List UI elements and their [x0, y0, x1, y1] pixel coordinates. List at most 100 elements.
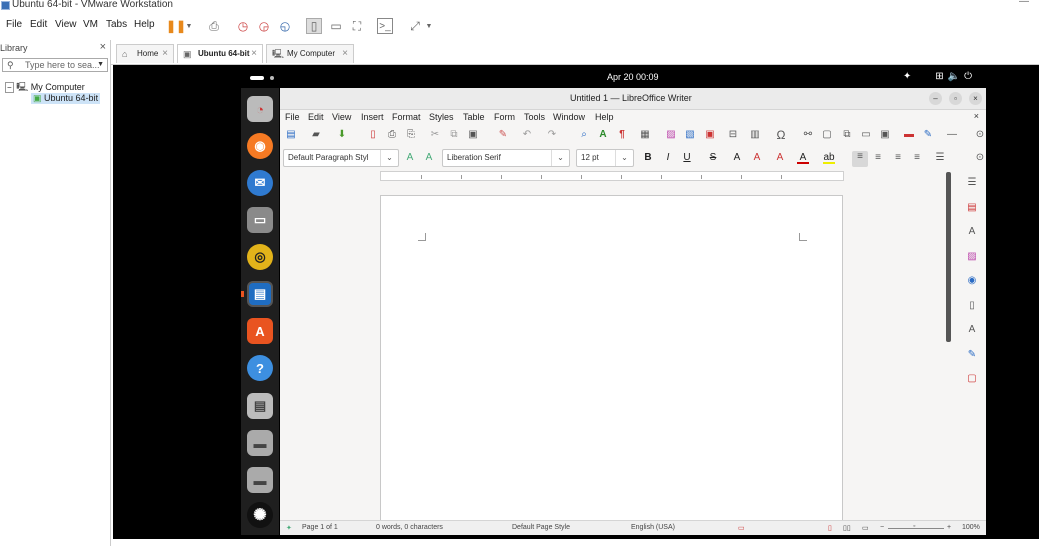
- save-icon[interactable]: ⬇: [336, 129, 348, 141]
- design-icon[interactable]: ▢: [965, 372, 979, 386]
- zoom-level[interactable]: 100%: [962, 524, 980, 531]
- clone-formatting-icon[interactable]: ✎: [497, 129, 509, 141]
- library-view-icon[interactable]: ▯: [306, 18, 322, 34]
- menu-edit[interactable]: Edit: [30, 19, 47, 30]
- lo-close-button[interactable]: ×: [969, 92, 982, 105]
- footnote-icon[interactable]: ▢: [821, 129, 833, 141]
- minimize-button[interactable]: —: [1019, 0, 1029, 7]
- chromium-icon[interactable]: ◔: [247, 96, 273, 122]
- horizontal-line-icon[interactable]: —: [946, 129, 958, 141]
- lo-minimize-button[interactable]: –: [929, 92, 942, 105]
- status-page[interactable]: Page 1 of 1: [302, 524, 338, 531]
- clear-formatting-icon[interactable]: A: [774, 152, 786, 164]
- style-inspector-icon[interactable]: A: [965, 323, 979, 337]
- chevron-down-icon[interactable]: ⌄: [551, 150, 569, 166]
- thumbnail-view-icon[interactable]: ▭: [328, 18, 344, 34]
- activities-indicator[interactable]: [250, 76, 264, 80]
- zoom-handle[interactable]: ◦: [913, 523, 915, 530]
- chevron-down-icon[interactable]: ⌄: [380, 150, 398, 166]
- justify-icon[interactable]: ≡: [911, 152, 923, 164]
- lo-menu-insert[interactable]: Insert: [361, 112, 384, 122]
- send-keys-icon[interactable]: ⎙: [206, 18, 222, 34]
- cut-icon[interactable]: ✂: [429, 129, 441, 141]
- software-icon[interactable]: A: [247, 318, 273, 344]
- status-language[interactable]: English (USA): [631, 524, 675, 531]
- formatting-marks-icon[interactable]: ¶: [616, 129, 628, 141]
- snapshot-icon[interactable]: ◷: [235, 18, 251, 34]
- drive-icon[interactable]: ▬: [247, 467, 273, 493]
- manage-changes-icon[interactable]: ✎: [965, 348, 979, 362]
- track-changes-icon[interactable]: ✎: [922, 129, 934, 141]
- navigator-icon[interactable]: ◉: [965, 274, 979, 288]
- console-icon[interactable]: >_: [377, 18, 393, 34]
- lo-menu-table[interactable]: Table: [463, 112, 485, 122]
- menu-file[interactable]: File: [6, 19, 22, 30]
- selection-mode-icon[interactable]: ▭: [738, 524, 745, 532]
- rhythmbox-icon[interactable]: ◎: [247, 244, 273, 270]
- italic-icon[interactable]: I: [662, 152, 674, 164]
- lo-menu-tools[interactable]: Tools: [524, 112, 545, 122]
- bold-icon[interactable]: B: [642, 152, 654, 164]
- styles-icon[interactable]: A: [965, 225, 979, 239]
- undo-icon[interactable]: ↶: [521, 129, 533, 141]
- insert-chart-icon[interactable]: ▧: [684, 129, 696, 141]
- redo-icon[interactable]: ↷: [546, 129, 558, 141]
- pause-icon[interactable]: ❚❚: [166, 18, 186, 34]
- font-size-select[interactable]: 12 pt ⌄: [576, 149, 634, 167]
- document-page[interactable]: [380, 195, 843, 535]
- close-document-icon[interactable]: ×: [974, 111, 979, 121]
- tab-close-icon[interactable]: ×: [162, 45, 168, 63]
- show-apps-icon[interactable]: ✺: [247, 502, 273, 528]
- align-left-icon[interactable]: ≡: [852, 151, 868, 167]
- print-icon[interactable]: ⎙: [386, 129, 398, 141]
- chevron-down-icon[interactable]: ⌄: [615, 150, 633, 166]
- sidebar-menu-icon[interactable]: ☰: [965, 176, 979, 190]
- menu-vm[interactable]: VM: [83, 19, 98, 30]
- vertical-scrollbar[interactable]: [946, 172, 951, 342]
- lo-menu-file[interactable]: File: [285, 112, 300, 122]
- find-replace-icon[interactable]: ⌕: [578, 129, 590, 141]
- disk-icon[interactable]: ▤: [247, 393, 273, 419]
- lo-menu-form[interactable]: Form: [494, 112, 515, 122]
- thunderbird-icon[interactable]: ✉: [247, 170, 273, 196]
- status-page-style[interactable]: Default Page Style: [512, 524, 570, 531]
- cross-reference-icon[interactable]: ⧉: [841, 129, 853, 141]
- list-icon[interactable]: ☰: [934, 152, 946, 164]
- stretch-icon[interactable]: ⤢: [407, 18, 423, 34]
- insert-textbox-icon[interactable]: ▣: [704, 129, 716, 141]
- print-preview-icon[interactable]: ⎘: [405, 129, 417, 141]
- lo-menu-edit[interactable]: Edit: [308, 112, 324, 122]
- strikethrough-icon[interactable]: S: [707, 152, 719, 164]
- help-icon[interactable]: ?: [247, 355, 273, 381]
- zoom-in-icon[interactable]: +: [947, 524, 951, 531]
- highlight-color-icon[interactable]: ab: [823, 152, 835, 164]
- open-icon[interactable]: ▰: [310, 129, 322, 141]
- status-words[interactable]: 0 words, 0 characters: [376, 524, 443, 531]
- superscript-icon[interactable]: A: [731, 152, 743, 164]
- workspace-dot[interactable]: [270, 76, 274, 80]
- font-color-icon[interactable]: A: [797, 152, 809, 164]
- library-search-input[interactable]: ⚲ Type here to sea... ▼: [2, 58, 108, 72]
- page-icon[interactable]: ▯: [965, 299, 979, 313]
- more-options-icon[interactable]: ⊙: [974, 129, 986, 141]
- menu-tabs[interactable]: Tabs: [106, 19, 127, 30]
- tree-item-ubuntu[interactable]: ▣ Ubuntu 64-bit: [31, 93, 101, 104]
- new-style-icon[interactable]: A: [423, 152, 435, 164]
- comment-icon[interactable]: ▣: [879, 129, 891, 141]
- menu-help[interactable]: Help: [134, 19, 155, 30]
- update-style-icon[interactable]: A: [404, 152, 416, 164]
- menu-view[interactable]: View: [55, 19, 77, 30]
- writer-icon[interactable]: ▤: [247, 281, 273, 307]
- insert-comment-icon[interactable]: ▬: [903, 129, 915, 141]
- library-close-button[interactable]: ×: [100, 41, 106, 53]
- underline-icon[interactable]: U: [681, 152, 693, 164]
- single-page-view-icon[interactable]: ▯: [828, 524, 832, 532]
- font-name-select[interactable]: Liberation Serif ⌄: [442, 149, 570, 167]
- revert-snapshot-icon[interactable]: ◶: [256, 18, 272, 34]
- hyperlink-icon[interactable]: ⚯: [802, 129, 814, 141]
- system-tray[interactable]: ⊞🔈⏻: [935, 71, 976, 82]
- pause-dropdown-icon[interactable]: ▼: [185, 18, 193, 34]
- page-break-icon[interactable]: ⊟: [727, 129, 739, 141]
- lo-menu-view[interactable]: View: [332, 112, 351, 122]
- gallery-icon[interactable]: ▨: [965, 250, 979, 264]
